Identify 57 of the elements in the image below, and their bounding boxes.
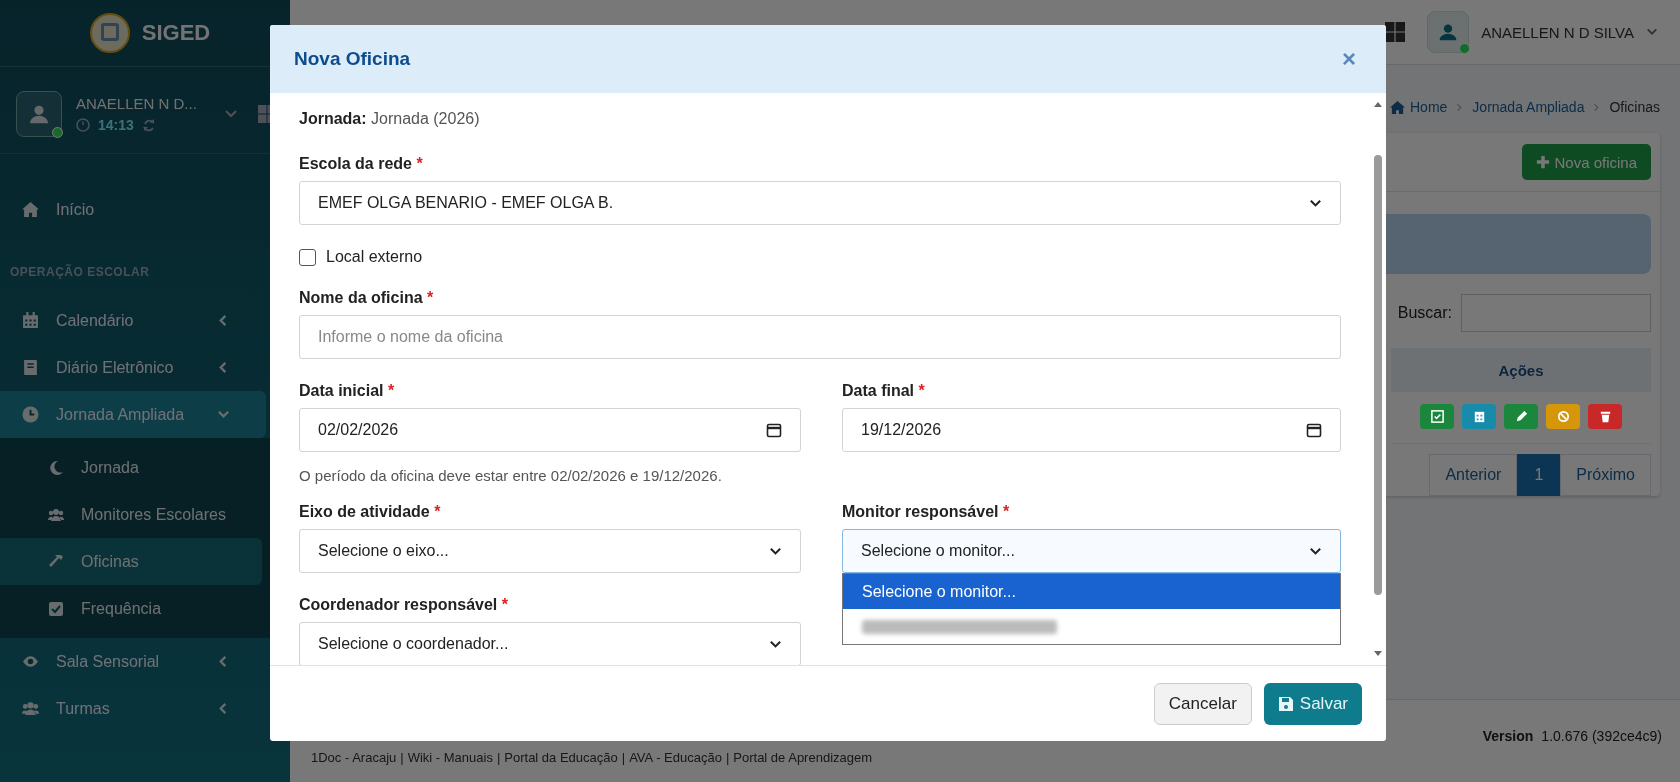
select-field[interactable]: Selecione o eixo... [299,529,801,573]
field-label: Coordenador responsável * [299,596,508,614]
save-button[interactable]: Salvar [1263,682,1362,725]
user-name[interactable]: ANAELLEN N D SILVA [1481,23,1634,41]
version-number: 1.0.676 (392ce4c9) [1541,728,1662,744]
breadcrumb-current: Oficinas [1609,99,1660,115]
field-label: Eixo de atividade * [299,503,441,521]
footer-link[interactable]: Wiki - Manuais [407,750,493,765]
jornada-info: Jornada: Jornada (2026) [299,110,481,128]
close-button[interactable]: × [1336,45,1362,73]
separator: | [621,750,626,765]
field-label: Nome da oficina * [299,289,434,307]
pagination-button[interactable]: 1 [1517,454,1561,496]
field-label: Escola da rede * [299,155,423,173]
select-field[interactable]: EMEF OLGA BENARIO - EMEF OLGA B. [299,181,1341,225]
footer-link[interactable]: Portal de Aprendizagem [733,750,873,765]
brand-name: SIGED [141,20,211,46]
modal-title: Nova Oficina [294,48,411,70]
breadcrumb-link[interactable]: Jornada Ampliada [1472,99,1585,115]
sidebar-item[interactable]: Jornada Ampliada [0,391,266,438]
new-workshop-button[interactable]: Nova oficina [1522,144,1651,180]
breadcrumb-link[interactable]: Home [1410,99,1448,115]
separator: | [496,750,501,765]
sidebar-item[interactable]: Início [0,186,266,233]
pagination-button[interactable]: Próximo [1560,454,1651,496]
user-name: ANAELLEN N D... [76,95,198,112]
search-label: Buscar: [1397,304,1452,322]
separator: | [400,750,404,765]
section-header: OPERAÇÃO ESCOLAR [9,263,151,281]
help-text: O período da oficina deve estar entre 02/02/2026 e 19/12/2026. [299,467,723,484]
cancel-button[interactable]: Cancelar [1153,682,1252,725]
date-field[interactable]: 02/02/2026 [299,408,801,452]
date-field[interactable]: 19/12/2026 [842,408,1341,452]
version-label: Version [1482,728,1534,744]
sidebar-subitem[interactable]: Jornada [0,444,262,491]
checkbox-label: Local externo [326,248,423,266]
footer-link[interactable]: Portal da Educação [504,750,618,765]
footer-link[interactable]: 1Doc - Aracaju [311,750,397,765]
sidebar-item[interactable]: Calendário [0,297,266,344]
sidebar-subitem[interactable]: Monitores Escolares [0,491,262,538]
sidebar-item[interactable]: Sala Sensorial [0,638,266,685]
session-time: 14:13 [98,117,134,133]
field-label: Monitor responsável * [842,503,1010,521]
field-label: Data final * [842,382,925,400]
sidebar-item[interactable]: Turmas [0,685,266,732]
field-label: Data inicial * [299,382,395,400]
sidebar-subitem[interactable]: Frequência [0,585,262,632]
sidebar-item[interactable]: Diário Eletrônico [0,344,266,391]
sidebar-subitem[interactable]: Oficinas [0,538,262,585]
text-field[interactable]: Informe o nome da oficina [299,315,1341,359]
select-field[interactable]: Selecione o monitor... [842,529,1341,573]
dropdown-option[interactable]: Selecione o monitor... [843,574,1340,609]
separator: | [725,750,730,765]
column-header[interactable]: Ações [1391,348,1651,392]
footer-link[interactable]: AVA - Educação [629,750,722,765]
select-field[interactable]: Selecione o coordenador... [299,622,801,665]
pagination-button[interactable]: Anterior [1429,454,1518,496]
